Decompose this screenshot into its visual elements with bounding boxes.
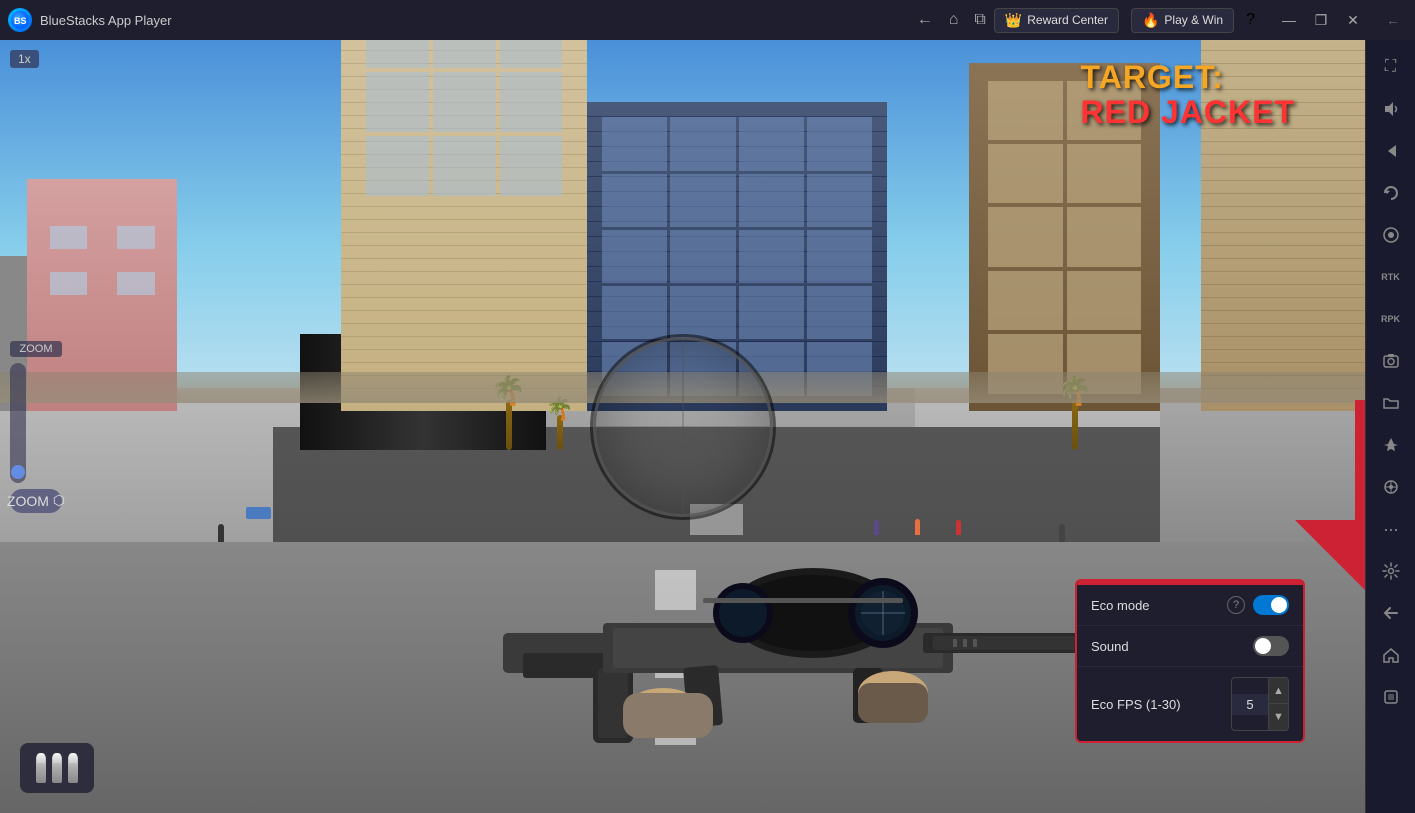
sound-toggle-knob (1255, 638, 1271, 654)
eco-mode-toggle[interactable] (1253, 595, 1289, 615)
fire-icon: 🔥 (1142, 12, 1159, 29)
rpk-sidebar-icon[interactable]: RPK (1372, 300, 1410, 338)
zoom-control: ZOOM ZOOM ⬡ (10, 341, 62, 513)
eco-mode-row: Eco mode ? (1077, 585, 1303, 626)
ammo-bullet-3 (68, 753, 78, 783)
home-nav-icon[interactable]: ⌂ (949, 11, 959, 29)
sound-toggle[interactable] (1253, 636, 1289, 656)
main-content: 🌴 🌴 🌴 (0, 40, 1415, 813)
window-controls: — ❐ ✕ ← (1275, 6, 1407, 34)
back-nav-icon[interactable]: ← (917, 11, 933, 29)
ammo-bullet-2 (52, 753, 62, 783)
record-sidebar-icon[interactable] (1372, 216, 1410, 254)
eco-mode-label: Eco mode (1091, 598, 1227, 613)
ammo-counter (20, 743, 94, 793)
nav-controls: ← ⌂ ⧉ (917, 11, 986, 29)
eco-fps-label: Eco FPS (1-30) (1091, 697, 1231, 712)
help-icon[interactable]: ? (1246, 11, 1255, 29)
title-bar: BS BlueStacks App Player ← ⌂ ⧉ 👑 Reward … (0, 0, 1415, 40)
pedestrian-1 (218, 524, 224, 542)
stepper-buttons: ▲ ▼ (1268, 678, 1288, 730)
zoom-arrow-icon: ⬡ (53, 492, 65, 509)
svg-text:BS: BS (14, 16, 27, 26)
eco-fps-row: Eco FPS (1-30) 5 ▲ ▼ (1077, 667, 1303, 741)
folder-sidebar-icon[interactable] (1372, 384, 1410, 422)
zoom-label: ZOOM (10, 341, 62, 357)
back2-sidebar-icon[interactable] (1372, 594, 1410, 632)
settings-sidebar-icon[interactable] (1372, 552, 1410, 590)
arrow-back-button[interactable]: ← (1379, 6, 1407, 34)
reward-center-button[interactable]: 👑 Reward Center (994, 8, 1119, 33)
weapon-overlay (503, 433, 1103, 813)
vehicle (246, 507, 271, 519)
location-sidebar-icon[interactable] (1372, 468, 1410, 506)
crown-icon: 👑 (1005, 12, 1022, 29)
screenshot-sidebar-icon[interactable] (1372, 342, 1410, 380)
eco-fps-stepper[interactable]: 5 ▲ ▼ (1231, 677, 1289, 731)
airplane-sidebar-icon[interactable] (1372, 426, 1410, 464)
sound-row: Sound (1077, 626, 1303, 667)
close-button[interactable]: ✕ (1339, 6, 1367, 34)
zoom-button[interactable]: ZOOM ⬡ (10, 489, 62, 513)
stepper-down-button[interactable]: ▼ (1268, 704, 1288, 730)
rtk-sidebar-icon[interactable]: RTK (1372, 258, 1410, 296)
app-title: BlueStacks App Player (40, 13, 909, 28)
more-sidebar-icon[interactable]: ··· (1372, 510, 1410, 548)
eco-mode-help-icon[interactable]: ? (1227, 596, 1245, 614)
restore-button[interactable]: ❐ (1307, 6, 1335, 34)
app-logo: BS (8, 8, 32, 32)
fullscreen-icon[interactable]: ⛶ (1372, 48, 1410, 86)
sound-label: Sound (1091, 639, 1253, 654)
zoom-bar[interactable] (10, 363, 26, 483)
play-win-button[interactable]: 🔥 Play & Win (1131, 8, 1234, 33)
minimize-button[interactable]: — (1275, 6, 1303, 34)
zoom-text: ZOOM (7, 493, 49, 509)
stepper-up-button[interactable]: ▲ (1268, 678, 1288, 704)
eco-fps-value: 5 (1232, 694, 1268, 715)
eco-mode-toggle-knob (1271, 597, 1287, 613)
multiplier-badge: 1x (10, 50, 39, 68)
game-viewport[interactable]: 🌴 🌴 🌴 (0, 40, 1365, 813)
zoom-indicator (11, 465, 25, 479)
home2-sidebar-icon[interactable] (1372, 636, 1410, 674)
scope-overlay (593, 337, 773, 517)
game-title: TARGET: RED JACKET (1081, 60, 1295, 130)
tabs-nav-icon[interactable]: ⧉ (974, 11, 985, 29)
back-nav-sidebar-icon[interactable] (1372, 132, 1410, 170)
eco-panel: Eco mode ? Sound Eco FPS (1-30) 5 (1075, 579, 1305, 743)
rotate-sidebar-icon[interactable] (1372, 174, 1410, 212)
reward-area: 👑 Reward Center 🔥 Play & Win ? (994, 8, 1255, 33)
building-center-tall (341, 40, 587, 411)
ammo-bullet-1 (36, 753, 46, 783)
right-sidebar: ⛶ RTK RPK (1365, 40, 1415, 813)
volume-icon[interactable] (1372, 90, 1410, 128)
recent-sidebar-icon[interactable] (1372, 678, 1410, 716)
